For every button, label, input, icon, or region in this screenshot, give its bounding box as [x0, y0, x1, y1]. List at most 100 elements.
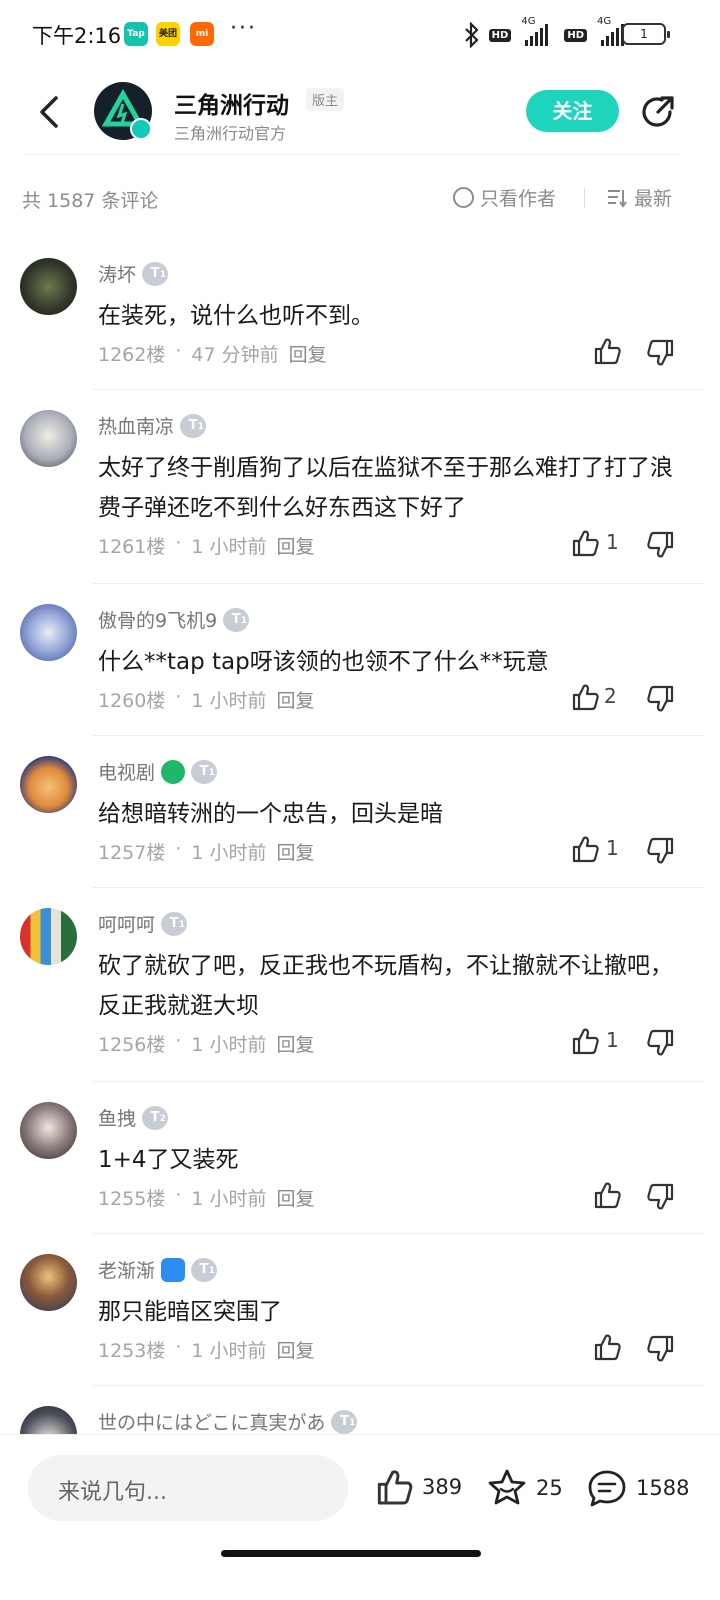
floor-number: 1256楼 — [98, 1034, 166, 1056]
dislike-icon[interactable] — [646, 1334, 676, 1364]
comment-meta: 1261楼 · 1 小时前 回复 — [98, 532, 315, 559]
reply-button[interactable]: 回复 — [277, 1030, 315, 1057]
status-time: 下午2:16 — [32, 24, 122, 48]
comment-divider — [92, 887, 704, 888]
avatar[interactable] — [20, 1254, 77, 1311]
avatar[interactable] — [20, 756, 77, 813]
username[interactable]: 傲骨的9飞机9 — [98, 606, 217, 633]
like-icon[interactable] — [570, 834, 600, 864]
home-indicator[interactable] — [221, 1550, 481, 1557]
dislike-icon[interactable] — [646, 338, 676, 368]
comment-filter-bar: 共 1587 条评论 只看作者 最新 — [0, 178, 720, 218]
dislike-icon[interactable] — [646, 530, 676, 560]
like-icon[interactable] — [592, 1180, 622, 1210]
comment-text: 在装死，说什么也听不到。 — [98, 303, 374, 329]
username[interactable]: 世の中にはどこに真実があ — [98, 1408, 325, 1434]
comment-time: 1 小时前 — [191, 1034, 267, 1056]
mi-app-icon: mi — [190, 22, 214, 46]
avatar[interactable] — [20, 908, 77, 965]
follow-button[interactable]: 关注 — [526, 90, 619, 132]
dislike-icon[interactable] — [646, 1028, 676, 1058]
username-line: 热血南凉 T1 — [98, 412, 207, 439]
username[interactable]: 老渐渐 — [98, 1256, 155, 1283]
like-icon[interactable] — [570, 1026, 600, 1056]
reply-button[interactable]: 回复 — [277, 532, 315, 559]
dislike-icon[interactable] — [646, 1182, 676, 1212]
forum-title[interactable]: 三角洲行动 — [174, 86, 289, 120]
status-icons: HD 4G HD 4G — [463, 16, 624, 50]
favorite-count: 25 — [536, 1476, 563, 1500]
floor-number: 1253楼 — [98, 1340, 166, 1362]
username[interactable]: 涛坏 — [98, 260, 136, 287]
level-badge-icon: T1 — [191, 759, 218, 784]
bottom-action-bar: 来说几句... 389 25 1588 — [0, 1434, 720, 1600]
comment-time: 1 小时前 — [191, 842, 267, 864]
only-author-toggle[interactable]: 只看作者 — [453, 184, 556, 211]
sort-icon — [608, 189, 627, 208]
verified-hand-badge-icon — [161, 1257, 186, 1282]
dislike-icon[interactable] — [646, 684, 676, 714]
like-post-button[interactable]: 389 — [374, 1467, 462, 1507]
vote-actions: 2 — [570, 682, 690, 716]
like-icon[interactable] — [592, 336, 622, 366]
sort-toggle[interactable]: 最新 — [606, 184, 672, 211]
bluetooth-icon — [464, 22, 479, 48]
comment-item[interactable]: 世の中にはどこに真実があ T1 — [0, 1406, 720, 1434]
avatar[interactable] — [20, 604, 77, 661]
comment-text: 砍了就砍了吧，反正我也不玩盾构，不让撤就不让撤吧，反正我就逛大坝 — [98, 953, 673, 1019]
username[interactable]: 鱼拽 — [98, 1104, 136, 1131]
avatar[interactable] — [20, 1406, 77, 1434]
like-icon[interactable] — [570, 528, 600, 558]
comment-divider — [92, 1081, 704, 1082]
avatar[interactable] — [20, 1102, 77, 1159]
comment-divider — [92, 583, 704, 584]
comment-bubble-icon — [588, 1470, 626, 1507]
reply-button[interactable]: 回复 — [277, 1184, 315, 1211]
avatar[interactable] — [20, 410, 77, 467]
reply-button[interactable]: 回复 — [277, 686, 315, 713]
floor-number: 1261楼 — [98, 536, 166, 558]
share-icon[interactable] — [638, 92, 678, 132]
dislike-icon[interactable] — [646, 836, 676, 866]
floor-number: 1262楼 — [98, 344, 166, 366]
username[interactable]: 电视剧 — [98, 758, 155, 785]
username-line: 世の中にはどこに真実があ T1 — [98, 1408, 358, 1434]
meituan-app-icon: 美团 — [156, 22, 180, 46]
level-badge-icon: T1 — [142, 261, 169, 286]
comment-divider — [92, 735, 704, 736]
favorite-button[interactable]: 25 — [486, 1467, 563, 1509]
filter-separator — [584, 188, 585, 208]
forum-header: 三角洲行动 版主 三角洲行动官方 关注 — [0, 70, 720, 156]
like-count: 2 — [604, 684, 617, 708]
comment-time: 1 小时前 — [191, 1188, 267, 1210]
like-icon[interactable] — [570, 682, 600, 712]
like-icon[interactable] — [592, 1332, 622, 1362]
owner-tag: 版主 — [306, 88, 345, 111]
username[interactable]: 呵呵呵 — [98, 910, 155, 937]
comment-text: 1+4了又装死 — [98, 1147, 239, 1173]
back-arrow-icon[interactable] — [34, 92, 64, 132]
star-icon — [488, 1469, 526, 1505]
username[interactable]: 热血南凉 — [98, 412, 174, 439]
reply-button[interactable]: 回复 — [277, 838, 315, 865]
comments-button[interactable]: 1588 — [586, 1467, 689, 1509]
comment-text: 给想暗转洲的一个忠告，回头是暗 — [98, 801, 443, 827]
comment-input[interactable]: 来说几句... — [28, 1455, 348, 1521]
reply-button[interactable]: 回复 — [277, 1336, 315, 1363]
comment-count: 共 1587 条评论 — [22, 190, 159, 212]
comment-meta: 1257楼 · 1 小时前 回复 — [98, 838, 315, 865]
sort-label: 最新 — [634, 188, 673, 210]
level-badge-icon: T1 — [180, 413, 207, 438]
floor-number: 1255楼 — [98, 1188, 166, 1210]
taptap-app-icon: Tap — [124, 22, 148, 46]
comment-time: 1 小时前 — [191, 690, 267, 712]
comment-meta: 1253楼 · 1 小时前 回复 — [98, 1336, 315, 1363]
comment-divider — [92, 1385, 704, 1386]
level-badge-icon: T2 — [142, 1105, 169, 1130]
like-count: 1 — [606, 530, 619, 554]
forum-subtitle: 三角洲行动官方 — [174, 124, 287, 143]
username-line: 涛坏 T1 — [98, 260, 169, 287]
avatar[interactable] — [20, 258, 77, 315]
comment-time: 1 小时前 — [191, 536, 267, 558]
reply-button[interactable]: 回复 — [289, 340, 327, 367]
